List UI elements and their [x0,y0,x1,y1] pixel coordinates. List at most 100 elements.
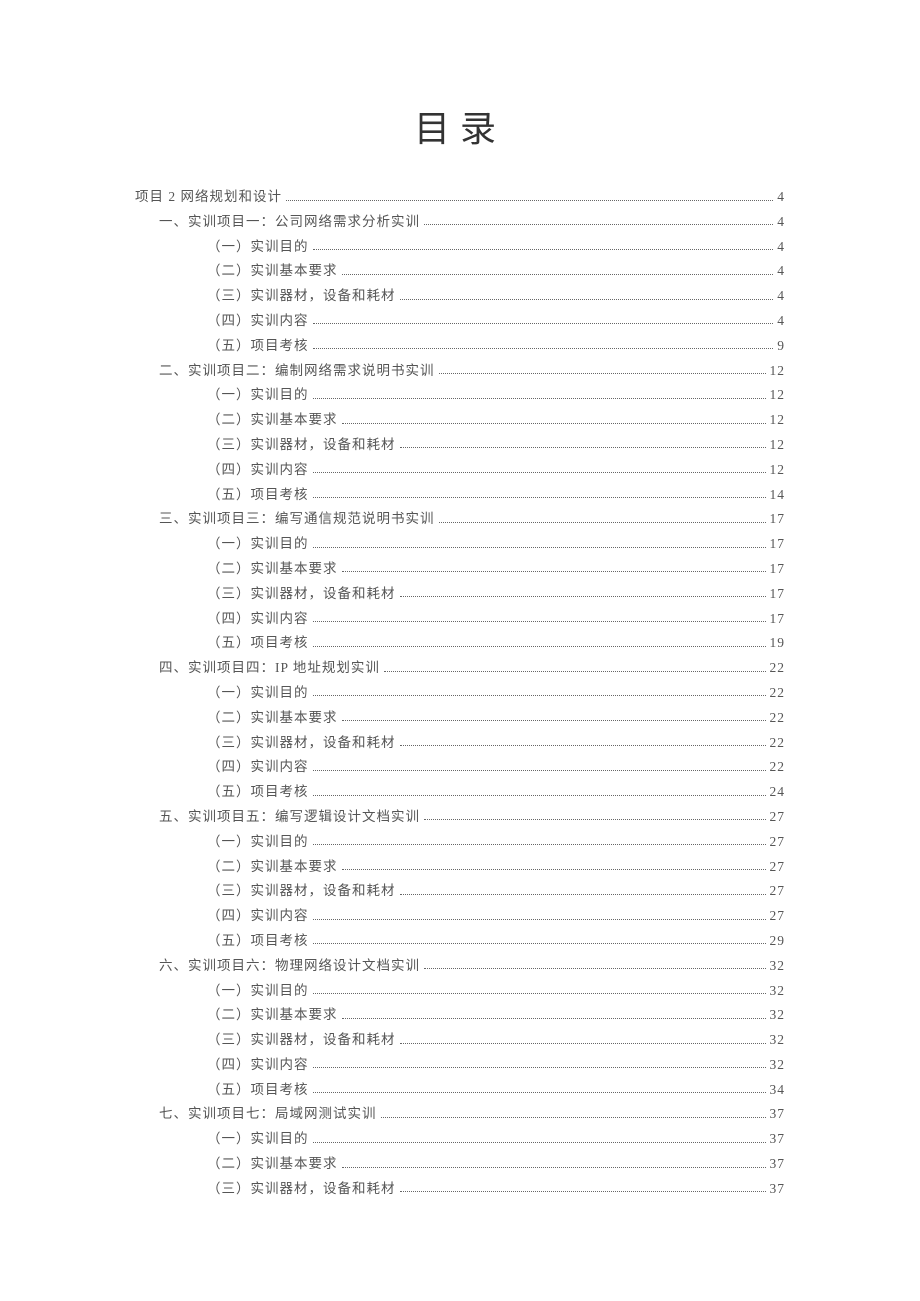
toc-entry-label: （一）实训目的 [207,686,309,700]
toc-entry[interactable]: 一、实训项目一：公司网络需求分析实训4 [135,215,785,229]
toc-entry[interactable]: （三）实训器材，设备和耗材32 [135,1033,785,1047]
toc-entry[interactable]: （三）实训器材，设备和耗材27 [135,884,785,898]
toc-entry[interactable]: （二）实训基本要求4 [135,264,785,278]
toc-entry-label: 六、实训项目六：物理网络设计文档实训 [159,959,420,973]
toc-entry[interactable]: （五）项目考核14 [135,488,785,502]
toc-entry[interactable]: （二）实训基本要求 17 [135,562,785,576]
toc-entry-label: （四）实训内容 [207,314,309,328]
toc-entry-label: 四、实训项目四：IP 地址规划实训 [159,661,380,675]
toc-entry[interactable]: （二）实训基本要求32 [135,1008,785,1022]
toc-entry-label: （一）实训目的 [207,1132,309,1146]
toc-entry-page: 32 [770,1033,786,1047]
toc-entry[interactable]: （一）实训目的17 [135,537,785,551]
toc-leader-dots [313,919,766,920]
toc-entry-page: 17 [770,512,786,526]
toc-entry[interactable]: （二）实训基本要求12 [135,413,785,427]
toc-entry-page: 27 [770,884,786,898]
toc-leader-dots [342,869,766,870]
toc-entry[interactable]: （二）实训基本要求27 [135,860,785,874]
toc-entry-page: 27 [770,909,786,923]
toc-entry-page: 17 [770,562,786,576]
toc-leader-dots [439,522,766,523]
toc-entry-page: 17 [770,587,786,601]
toc-leader-dots [400,299,774,300]
toc-entry-label: （二）实训基本要求 [207,413,338,427]
toc-entry[interactable]: （四）实训内容17 [135,612,785,626]
toc-leader-dots [424,819,766,820]
toc-entry-page: 4 [777,314,785,328]
toc-entry-label: 一、实训项目一：公司网络需求分析实训 [159,215,420,229]
toc-entry[interactable]: （五）项目考核24 [135,785,785,799]
toc-entry-label: （三）实训器材，设备和耗材 [207,289,396,303]
toc-entry[interactable]: （四）实训内容12 [135,463,785,477]
toc-entry-page: 4 [777,240,785,254]
toc-leader-dots [313,472,766,473]
toc-leader-dots [342,423,766,424]
toc-entry[interactable]: （四）实训内容 27 [135,909,785,923]
toc-leader-dots [313,1092,766,1093]
toc-entry[interactable]: 七、实训项目七：局域网测试实训37 [135,1107,785,1121]
toc-leader-dots [342,571,766,572]
toc-entry[interactable]: （二）实训基本要求22 [135,711,785,725]
toc-entry-label: （四）实训内容 [207,760,309,774]
toc-leader-dots [384,671,766,672]
toc-entry[interactable]: （五）项目考核29 [135,934,785,948]
toc-leader-dots [313,795,766,796]
toc-leader-dots [342,720,766,721]
toc-entry-label: 三、实训项目三：编写通信规范说明书实训 [159,512,435,526]
toc-entry[interactable]: （三）实训器材，设备和耗材12 [135,438,785,452]
toc-entry[interactable]: （四）实训内容32 [135,1058,785,1072]
toc-entry[interactable]: 项目 2 网络规划和设计4 [135,190,785,204]
toc-entry[interactable]: （三）实训器材，设备和耗材22 [135,736,785,750]
toc-entry[interactable]: （三）实训器材，设备和耗材 17 [135,587,785,601]
toc-entry[interactable]: 六、实训项目六：物理网络设计文档实训 32 [135,959,785,973]
toc-entry[interactable]: 二、实训项目二：编制网络需求说明书实训12 [135,364,785,378]
toc-leader-dots [400,1043,766,1044]
toc-entry[interactable]: （四）实训内容 22 [135,760,785,774]
toc-leader-dots [342,274,774,275]
toc-entry-label: （四）实训内容 [207,1058,309,1072]
toc-entry-page: 32 [770,959,786,973]
toc-entry-label: 七、实训项目七：局域网测试实训 [159,1107,377,1121]
toc-entry-page: 22 [770,661,786,675]
toc-entry-label: （二）实训基本要求 [207,1008,338,1022]
toc-entry[interactable]: （三）实训器材，设备和耗材4 [135,289,785,303]
toc-leader-dots [400,447,766,448]
toc-entry-label: （二）实训基本要求 [207,860,338,874]
toc-entry[interactable]: 三、实训项目三：编写通信规范说明书实训 17 [135,512,785,526]
toc-entry[interactable]: 五、实训项目五：编写逻辑设计文档实训27 [135,810,785,824]
toc-entry[interactable]: （一）实训目的12 [135,388,785,402]
toc-entry[interactable]: （五）项目考核9 [135,339,785,353]
toc-entry-page: 27 [770,835,786,849]
toc-entry-label: （一）实训目的 [207,388,309,402]
toc-entry[interactable]: （五）项目考核19 [135,636,785,650]
toc-entry-label: （二）实训基本要求 [207,264,338,278]
toc-entry-label: （四）实训内容 [207,612,309,626]
toc-entry-page: 37 [770,1182,786,1196]
toc-entry-page: 22 [770,760,786,774]
toc-entry-label: （三）实训器材，设备和耗材 [207,1182,396,1196]
toc-entry[interactable]: （一）实训目的 37 [135,1132,785,1146]
toc-entry-page: 29 [770,934,786,948]
toc-entry-page: 37 [770,1132,786,1146]
toc-entry[interactable]: （三）实训器材，设备和耗材 37 [135,1182,785,1196]
toc-leader-dots [313,943,766,944]
toc-entry-page: 19 [770,636,786,650]
toc-entry-label: （三）实训器材，设备和耗材 [207,587,396,601]
toc-entry-label: （二）实训基本要求 [207,562,338,576]
toc-entry-label: （四）实训内容 [207,909,309,923]
toc-leader-dots [313,398,766,399]
toc-leader-dots [313,249,774,250]
toc-entry[interactable]: （二）实训基本要求37 [135,1157,785,1171]
toc-entry[interactable]: （一）实训目的32 [135,984,785,998]
toc-entry-page: 9 [777,339,785,353]
toc-entry-page: 32 [770,984,786,998]
toc-entry[interactable]: （一）实训目的22 [135,686,785,700]
toc-entry[interactable]: 四、实训项目四：IP 地址规划实训 22 [135,661,785,675]
toc-entry[interactable]: （一）实训目的27 [135,835,785,849]
toc-entry-label: （五）项目考核 [207,488,309,502]
toc-entry[interactable]: （一）实训目的4 [135,240,785,254]
toc-entry[interactable]: （四）实训内容 4 [135,314,785,328]
toc-entry[interactable]: （五）项目考核34 [135,1083,785,1097]
toc-entry-page: 22 [770,736,786,750]
